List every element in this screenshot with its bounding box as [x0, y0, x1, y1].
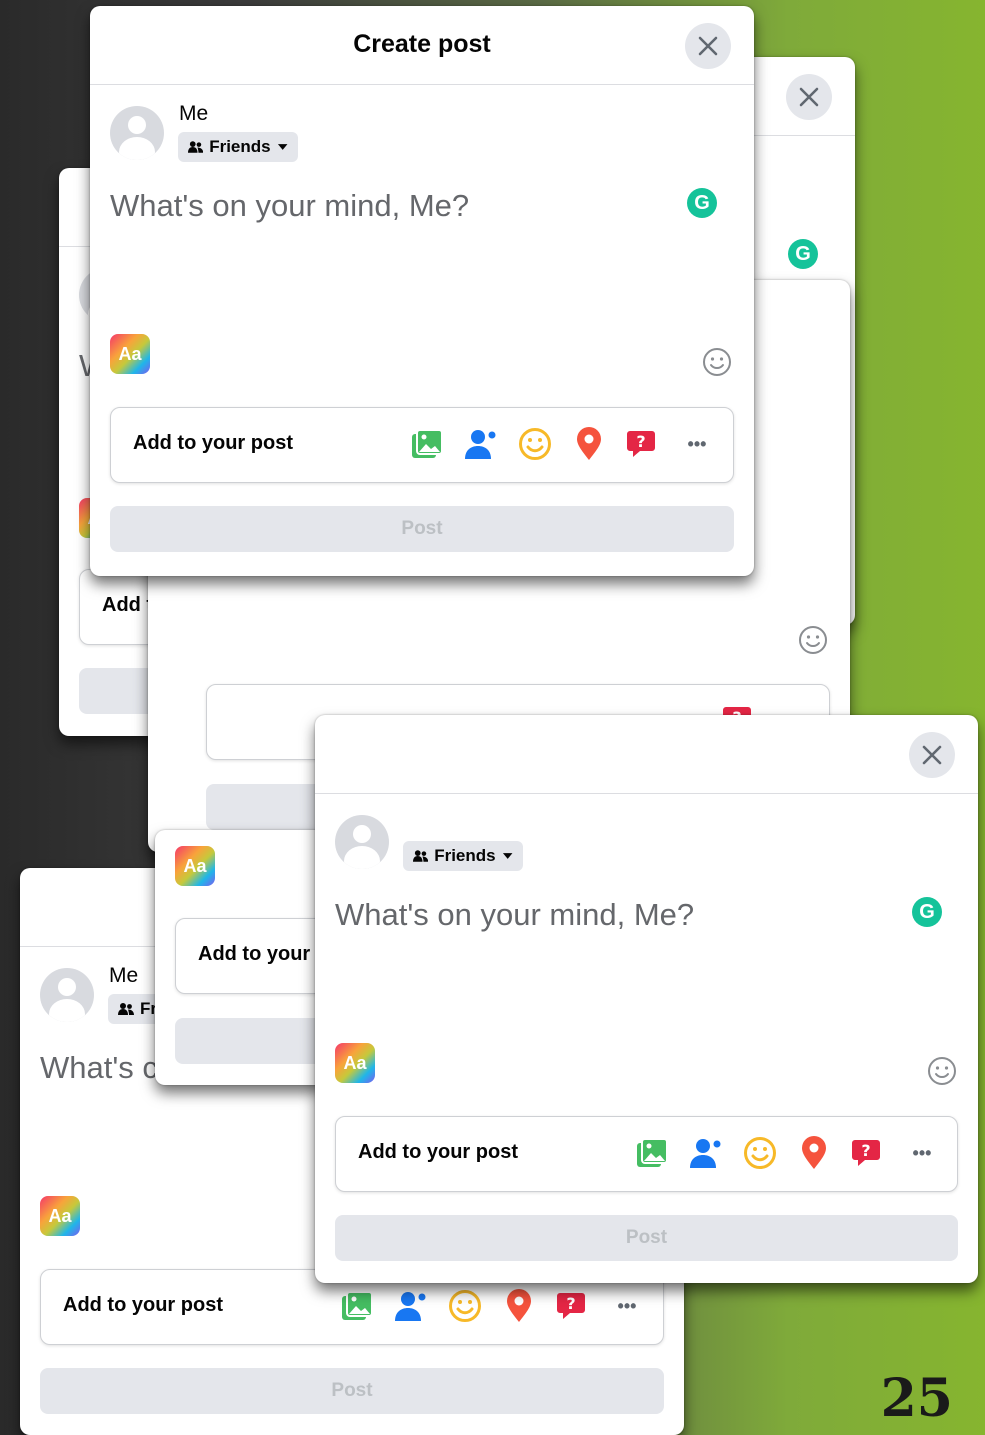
text-format-button[interactable]: Aa: [40, 1196, 80, 1236]
text-format-button[interactable]: Aa: [175, 846, 215, 886]
feeling-icon[interactable]: [447, 1288, 483, 1324]
close-icon: [799, 87, 819, 107]
friends-icon: [188, 141, 204, 153]
grammarly-icon[interactable]: G: [912, 897, 942, 927]
photo-video-icon[interactable]: [339, 1288, 375, 1324]
qa-icon[interactable]: ?: [625, 426, 661, 462]
text-format-button[interactable]: Aa: [110, 334, 150, 374]
dialog-title: Create post: [353, 30, 491, 58]
tag-people-icon[interactable]: [463, 426, 499, 462]
qa-icon[interactable]: ?: [850, 1135, 886, 1171]
avatar: [335, 815, 389, 869]
friends-icon: [118, 1003, 134, 1015]
tag-people-icon[interactable]: [393, 1288, 429, 1324]
emoji-icon[interactable]: [927, 1056, 957, 1086]
audience-label: Friends: [209, 137, 271, 156]
audience-selector[interactable]: Friends: [403, 841, 523, 871]
checkin-icon[interactable]: [571, 426, 607, 462]
grammarly-icon[interactable]: G: [687, 188, 717, 218]
post-button[interactable]: Post: [40, 1368, 664, 1414]
svg-text:?: ?: [566, 1294, 575, 1313]
caret-down-icon: [502, 853, 513, 859]
composer-placeholder[interactable]: What's on your mind, Me?: [335, 897, 694, 933]
add-to-post-label: Add to your post: [63, 1294, 223, 1316]
tag-people-icon[interactable]: [688, 1135, 724, 1171]
photo-video-icon[interactable]: [409, 426, 445, 462]
add-to-post-label: Add to your post: [133, 432, 293, 454]
close-icon: [922, 745, 942, 765]
header-divider: [315, 793, 978, 794]
close-button[interactable]: [685, 23, 731, 69]
more-icon[interactable]: •••: [904, 1135, 940, 1171]
avatar: [110, 106, 164, 160]
header-divider: [90, 84, 754, 85]
feeling-icon[interactable]: [517, 426, 553, 462]
close-button[interactable]: [909, 732, 955, 778]
more-icon[interactable]: •••: [609, 1288, 645, 1324]
post-button[interactable]: [175, 1018, 325, 1064]
composer-placeholder: What's c: [40, 1050, 158, 1085]
emoji-icon[interactable]: [798, 625, 828, 655]
add-to-post-bar: Add to your post ? •••: [335, 1116, 958, 1192]
more-icon[interactable]: •••: [679, 426, 715, 462]
audience-label: Friends: [434, 846, 496, 865]
caret-down-icon: [277, 144, 288, 150]
photo-video-icon[interactable]: [634, 1135, 670, 1171]
user-name: Me: [109, 964, 139, 987]
qa-icon[interactable]: ?: [555, 1288, 591, 1324]
add-to-post-label: Add to your post: [358, 1141, 518, 1163]
checkin-icon[interactable]: [796, 1135, 832, 1171]
add-to-post-bar: Add to your: [175, 918, 325, 994]
svg-text:?: ?: [861, 1141, 870, 1160]
feeling-icon[interactable]: [742, 1135, 778, 1171]
close-icon: [698, 36, 718, 56]
dialog-panel-small-middle: Aa Add to your: [155, 830, 325, 1085]
create-post-dialog-main: Create post Me Friends What's on your mi…: [90, 6, 754, 576]
post-button[interactable]: Post: [335, 1215, 958, 1261]
text-format-button[interactable]: Aa: [335, 1043, 375, 1083]
composer-placeholder[interactable]: What's on your mind, Me?: [110, 188, 469, 224]
page-number: 25: [880, 1368, 953, 1429]
add-to-post-bar: Add to your post ? •••: [110, 407, 734, 483]
svg-text:?: ?: [636, 432, 645, 451]
grammarly-icon[interactable]: G: [788, 239, 818, 269]
checkin-icon[interactable]: [501, 1288, 537, 1324]
user-name: Me: [179, 102, 209, 125]
close-button[interactable]: [786, 74, 832, 120]
friends-icon: [413, 850, 429, 862]
avatar: [40, 968, 94, 1022]
add-to-post-label: Add to your: [198, 943, 311, 965]
create-post-dialog-front: Friends What's on your mind, Me? G Aa Ad…: [315, 715, 978, 1283]
post-button[interactable]: Post: [110, 506, 734, 552]
audience-selector[interactable]: Friends: [178, 132, 298, 162]
emoji-icon[interactable]: [702, 347, 732, 377]
